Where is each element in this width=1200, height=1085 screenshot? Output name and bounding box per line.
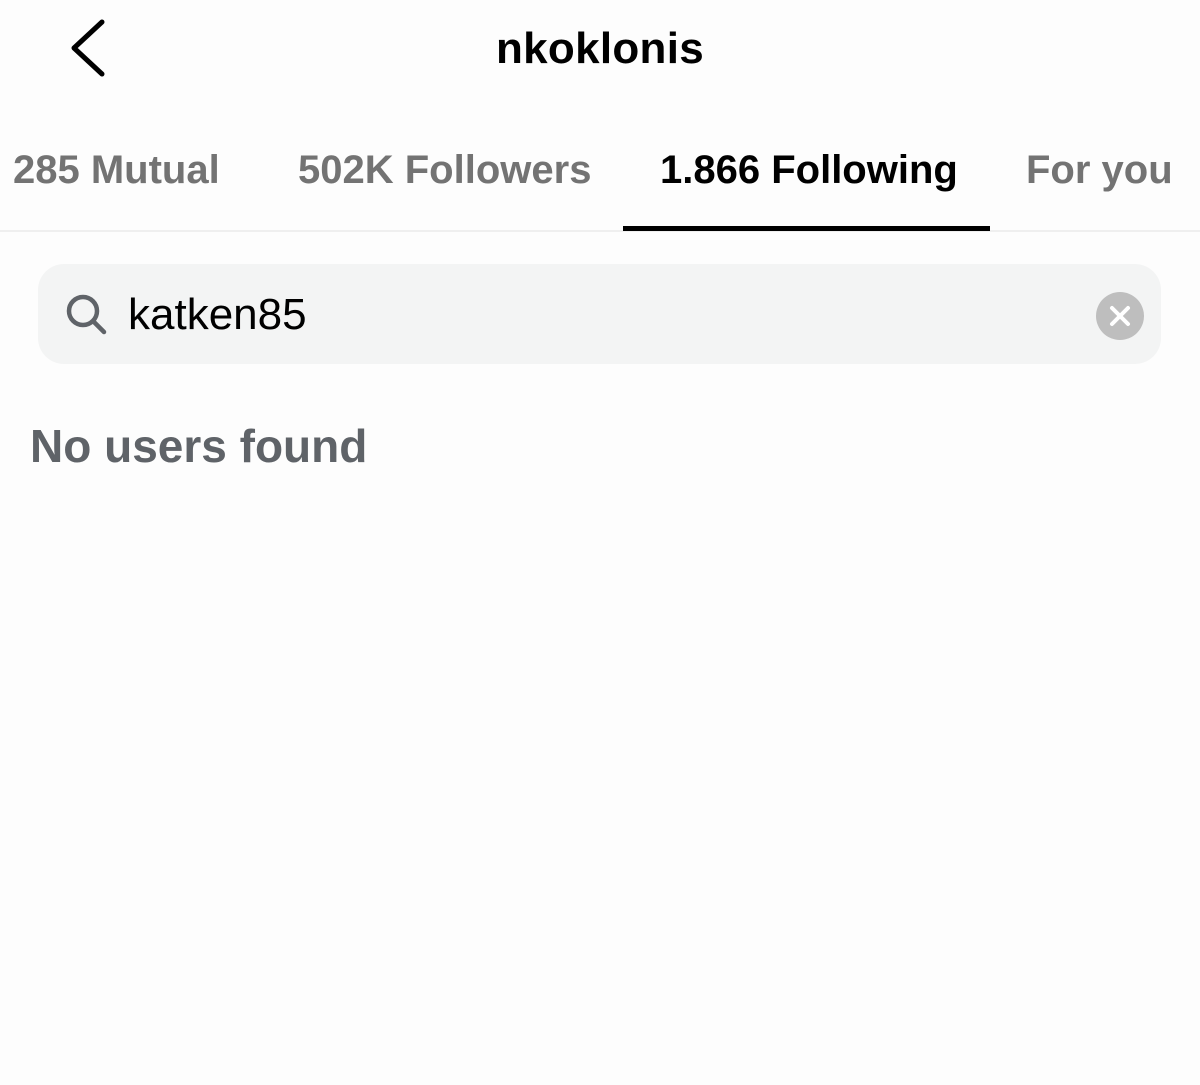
search-icon (66, 294, 107, 335)
clear-icon (1110, 306, 1130, 326)
tab-for-you[interactable]: For you (1026, 146, 1173, 194)
tab-bar: 285 Mutual 502K Followers 1.866 Followin… (0, 120, 1200, 232)
clear-search-button[interactable] (1096, 292, 1144, 340)
no-results-message: No users found (30, 420, 368, 472)
profile-username: nkoklonis (495, 24, 705, 73)
top-navigation-bar: nkoklonis (0, 0, 1200, 100)
tab-mutual[interactable]: 285 Mutual (13, 146, 220, 194)
tab-following[interactable]: 1.866 Following (660, 146, 958, 194)
search-input[interactable] (128, 286, 1068, 344)
tab-followers[interactable]: 502K Followers (298, 146, 591, 194)
active-tab-indicator (623, 226, 990, 231)
